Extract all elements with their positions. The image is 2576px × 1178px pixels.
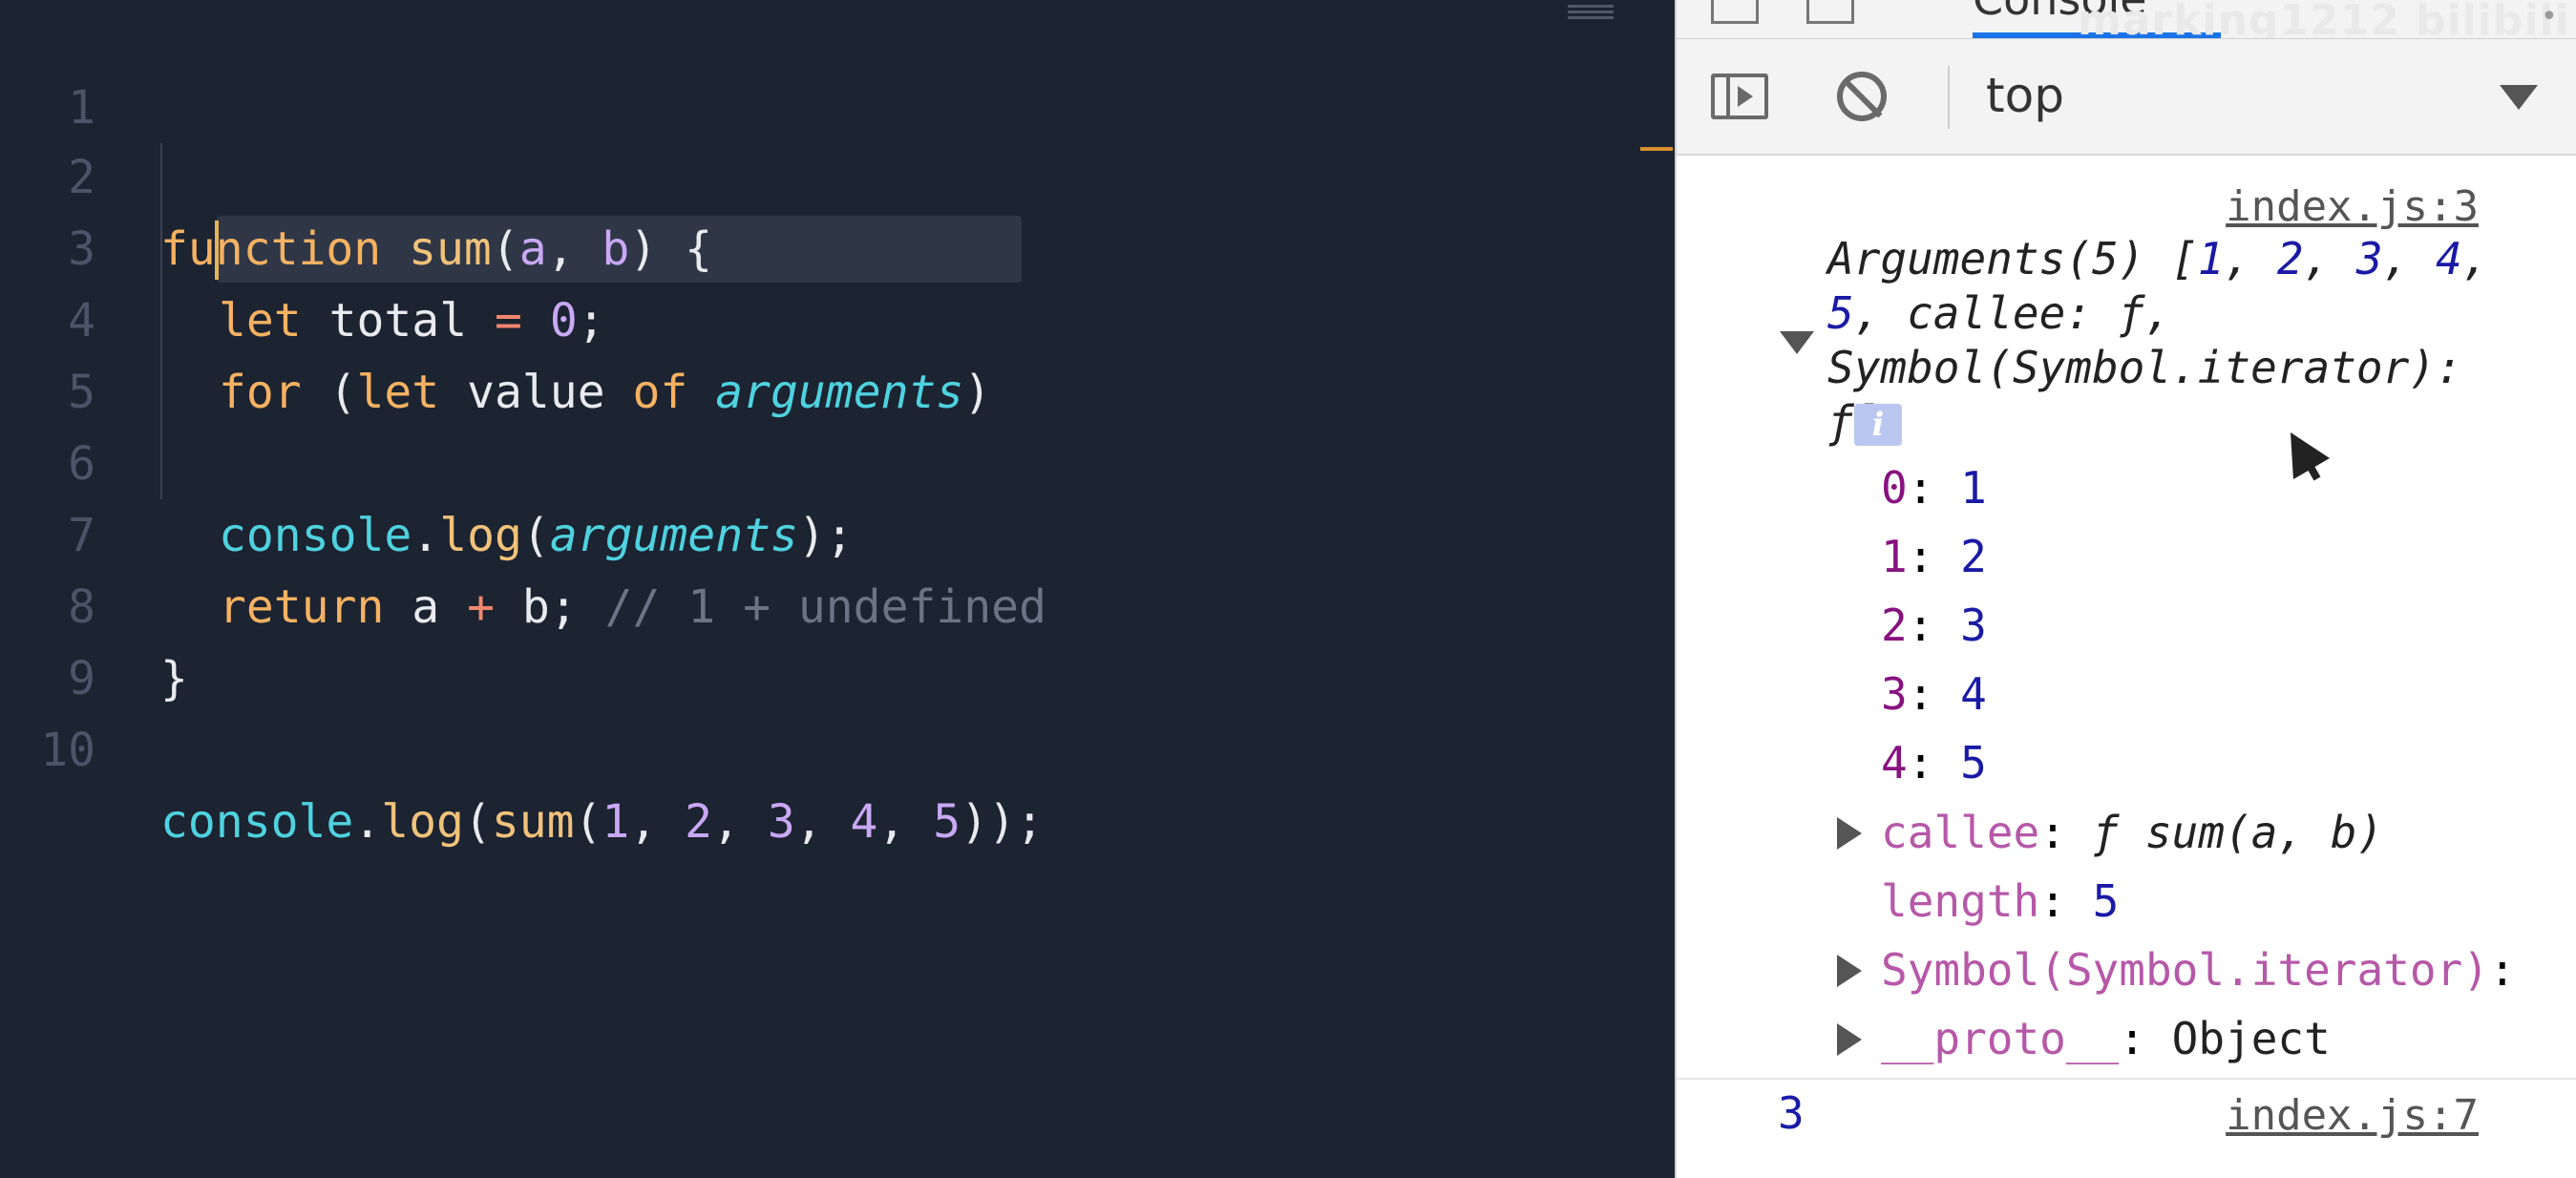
property-row-proto[interactable]: __proto__: Object <box>1881 1010 2331 1067</box>
property-row: 0: 1 <box>1881 462 1987 514</box>
source-link[interactable]: index.js:7 <box>2226 1091 2479 1140</box>
property-row: 2: 3 <box>1881 600 1987 651</box>
property-row-symbol-iterator[interactable]: Symbol(Symbol.iterator): <box>1881 941 2516 999</box>
text-cursor <box>215 221 219 280</box>
code-line-2[interactable]: 2 function sum(a, b) { <box>0 71 1623 276</box>
expand-arrow-icon[interactable] <box>1837 1023 1862 1056</box>
device-toolbar-icon[interactable] <box>1806 0 1854 24</box>
inspect-element-icon[interactable] <box>1711 0 1759 24</box>
property-row: 4: 5 <box>1881 737 1987 789</box>
info-icon[interactable]: i <box>1854 404 1902 446</box>
code-line-3[interactable]: 3 let total = 0; <box>0 142 1623 347</box>
code-text: console.log(sum(1, 2, 3, 4, 5)); <box>160 795 1044 849</box>
code-editor[interactable]: 1 2 function sum(a, b) { 3 let total = 0… <box>0 0 1675 1178</box>
scroll-position-marker <box>1640 147 1673 151</box>
code-line-5[interactable]: 5 <box>0 285 1623 419</box>
code-line-1[interactable]: 1 <box>0 1 1623 135</box>
code-line-9[interactable]: 9 <box>0 572 1623 705</box>
code-line-4[interactable]: 4 for (let value of arguments) <box>0 214 1623 419</box>
devtools-panel: Console marking1212 bilibili • top index… <box>1675 0 2576 1178</box>
devtools-tab-bar: Console marking1212 bilibili • <box>1677 0 2576 39</box>
line-number: 10 <box>40 724 95 777</box>
show-sidebar-icon[interactable] <box>1711 74 1768 119</box>
code-line-6[interactable]: 6 console.log(arguments); <box>0 357 1623 562</box>
code-line-10[interactable]: 10 console.log(sum(1, 2, 3, 4, 5)); <box>0 643 1623 849</box>
more-options-icon[interactable]: • <box>2541 0 2558 33</box>
toolbar-divider <box>1948 66 1950 129</box>
property-row-callee[interactable]: callee: ƒ sum(a, b) <box>1881 804 2383 861</box>
arguments-summary[interactable]: Arguments(5) [1, 2, 3, 4, 5, callee: ƒ, … <box>1827 232 2524 450</box>
source-link[interactable]: index.js:3 <box>2226 182 2479 231</box>
log-divider <box>1677 1078 2576 1080</box>
watermark: marking1212 bilibili <box>2078 0 2570 39</box>
property-row: 3: 4 <box>1881 668 1987 720</box>
collapse-arrow-icon[interactable] <box>1780 331 1814 354</box>
clear-console-icon[interactable] <box>1837 72 1887 121</box>
console-toolbar: top <box>1677 39 2576 156</box>
log-value: 3 <box>1778 1087 1805 1139</box>
property-row-length: length: 5 <box>1881 875 2120 927</box>
chevron-down-icon[interactable] <box>2500 85 2538 110</box>
context-selector[interactable]: top <box>1986 68 2064 123</box>
expand-arrow-icon[interactable] <box>1837 955 1862 987</box>
code-line-7[interactable]: 7 return a + b; // 1 + undefined <box>0 429 1623 634</box>
expand-arrow-icon[interactable] <box>1837 817 1862 850</box>
console-output: index.js:3 Arguments(5) [1, 2, 3, 4, 5, … <box>1677 156 2576 1178</box>
property-row: 1: 2 <box>1881 531 1987 582</box>
code-line-8[interactable]: 8 } <box>0 500 1623 705</box>
